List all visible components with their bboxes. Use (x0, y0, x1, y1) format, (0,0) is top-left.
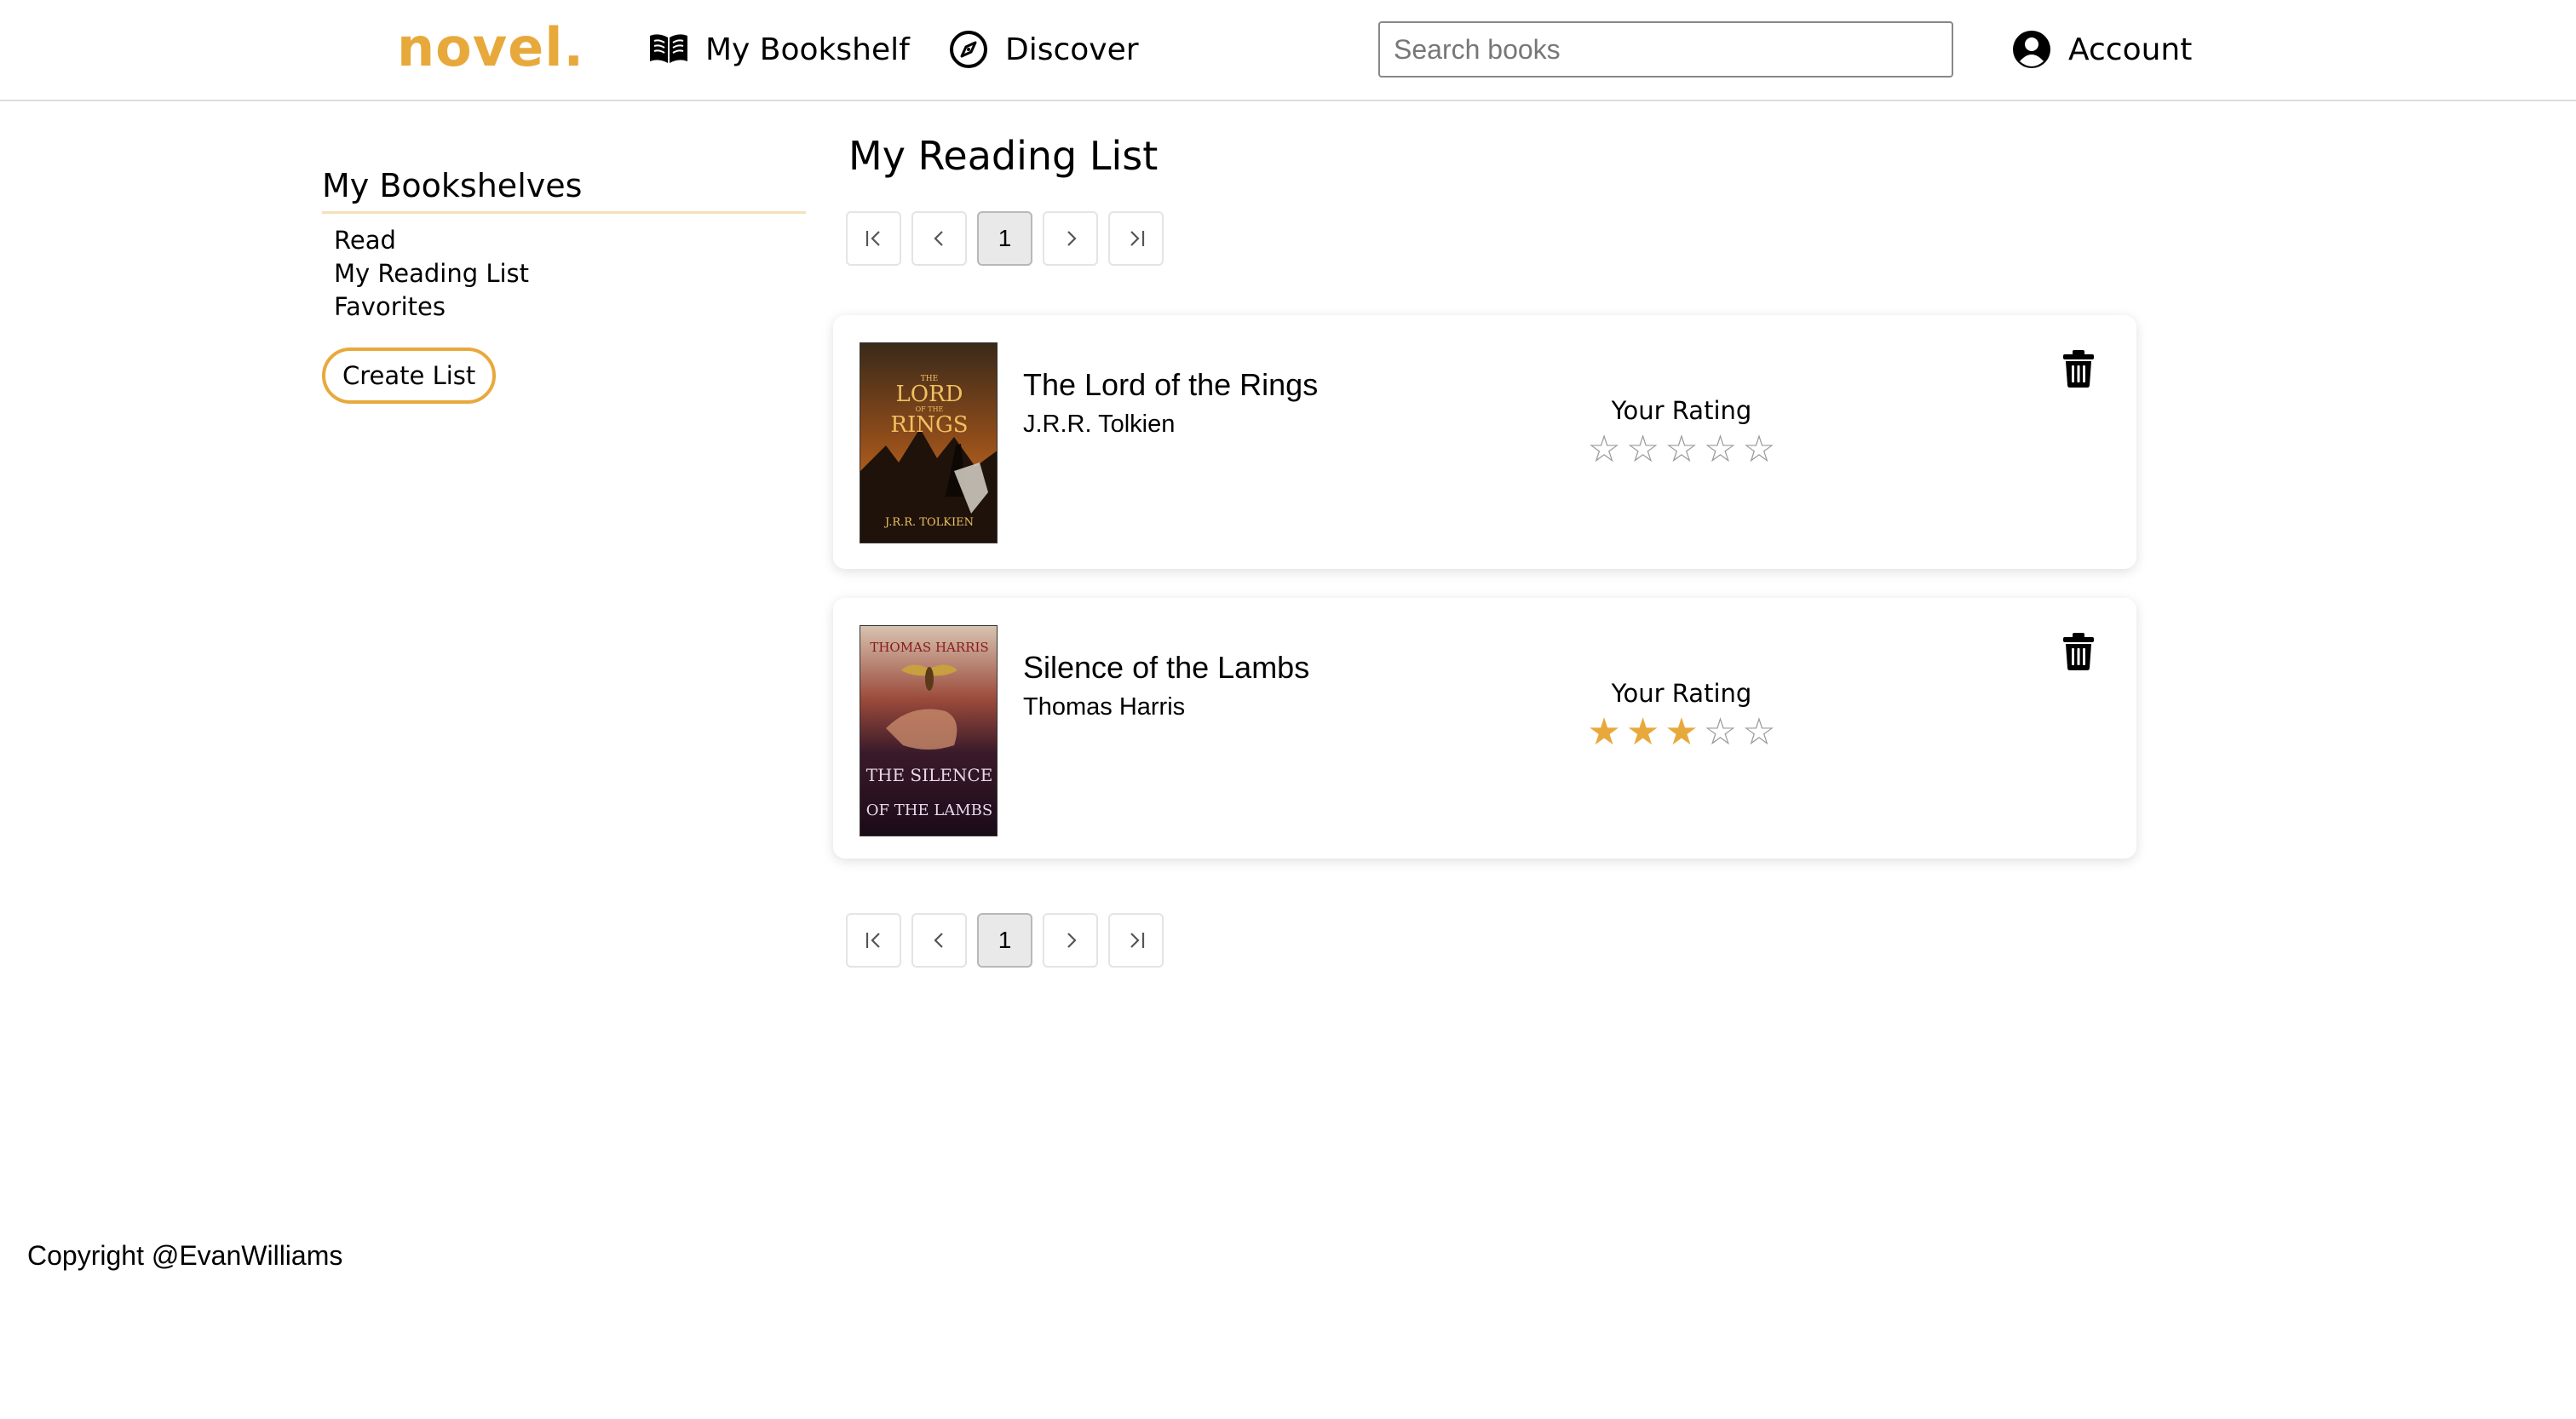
chevron-right-icon (1067, 933, 1077, 948)
footer-copyright: Copyright @EvanWilliams (27, 1240, 343, 1271)
next-page-button[interactable] (1043, 913, 1098, 968)
star-rating[interactable]: ☆ ☆ ☆ ☆ ☆ (1587, 429, 1775, 470)
create-list-button[interactable]: Create List (322, 348, 497, 404)
star-icon[interactable]: ☆ (1665, 429, 1698, 470)
bookshelf-list: Read My Reading List Favorites (322, 224, 806, 324)
book-card: THE LORD OF THE RINGS J.R.R. TOLKIEN The… (833, 315, 2136, 569)
first-page-icon (865, 231, 880, 246)
first-page-button[interactable] (846, 211, 901, 266)
sidebar: My Bookshelves Read My Reading List Favo… (322, 162, 806, 404)
book-title[interactable]: Silence of the Lambs (1023, 649, 1309, 687)
trash-icon (2063, 633, 2094, 670)
cover-title-rings: RINGS (890, 412, 968, 438)
book-title[interactable]: The Lord of the Rings (1023, 366, 1318, 404)
chevron-left-icon (933, 933, 943, 948)
pagination-top: 1 (846, 211, 1164, 266)
star-icon[interactable]: ☆ (1626, 429, 1659, 470)
star-icon[interactable]: ☆ (1587, 429, 1620, 470)
last-page-button[interactable] (1108, 211, 1164, 266)
book-author: Thomas Harris (1023, 693, 1186, 721)
last-page-icon (1130, 933, 1144, 948)
book-card: THOMAS HARRIS THE SILENCE OF THE LAMBS S… (833, 598, 2136, 859)
star-icon[interactable]: ☆ (1704, 429, 1737, 470)
star-icon[interactable]: ☆ (1704, 712, 1737, 753)
nav-my-bookshelf-label: My Bookshelf (705, 32, 910, 67)
search-input[interactable] (1378, 21, 1953, 78)
prev-page-button[interactable] (911, 913, 967, 968)
sidebar-item-read[interactable]: Read (334, 224, 806, 257)
logo[interactable]: novel. (397, 12, 584, 83)
page-number-button[interactable]: 1 (977, 913, 1032, 968)
last-page-button[interactable] (1108, 913, 1164, 968)
star-icon[interactable]: ☆ (1742, 712, 1775, 753)
account-label: Account (2068, 32, 2193, 67)
prev-page-button[interactable] (911, 211, 967, 266)
last-page-icon (1130, 231, 1144, 246)
pagination-bottom: 1 (846, 913, 1164, 968)
compass-icon (947, 28, 990, 71)
star-icon[interactable]: ★ (1626, 712, 1659, 753)
nav-my-bookshelf[interactable]: My Bookshelf (647, 22, 910, 77)
cover-title-line2: OF THE LAMBS (866, 801, 992, 819)
nav-account[interactable]: Account (2010, 22, 2192, 77)
book-cover-image[interactable]: THOMAS HARRIS THE SILENCE OF THE LAMBS (860, 625, 998, 836)
rating-block: Your Rating ★ ★ ★ ☆ ☆ (1587, 678, 1775, 753)
delete-book-button[interactable] (2061, 632, 2096, 671)
star-icon[interactable]: ☆ (1742, 429, 1775, 470)
star-rating[interactable]: ★ ★ ★ ☆ ☆ (1587, 712, 1775, 753)
account-icon (2010, 28, 2053, 71)
cover-title-line1: THE SILENCE (866, 765, 993, 785)
sidebar-item-my-reading-list[interactable]: My Reading List (334, 257, 806, 290)
book-cover-image[interactable]: THE LORD OF THE RINGS J.R.R. TOLKIEN (860, 342, 998, 543)
trash-icon (2063, 350, 2094, 388)
cover-author: J.R.R. TOLKIEN (883, 516, 974, 529)
nav-discover-label: Discover (1005, 32, 1139, 67)
sidebar-item-favorites[interactable]: Favorites (334, 290, 806, 324)
top-nav-bar: novel. My Bookshelf Discover Search book… (0, 0, 2576, 101)
rating-label: Your Rating (1611, 396, 1752, 425)
first-page-icon (865, 933, 880, 948)
delete-book-button[interactable] (2061, 349, 2096, 388)
sidebar-title: My Bookshelves (322, 162, 806, 214)
next-page-button[interactable] (1043, 211, 1098, 266)
rating-block: Your Rating ☆ ☆ ☆ ☆ ☆ (1587, 395, 1775, 470)
first-page-button[interactable] (846, 913, 901, 968)
page-number-button[interactable]: 1 (977, 211, 1032, 266)
cover-author: THOMAS HARRIS (870, 640, 988, 655)
book-author: J.R.R. Tolkien (1023, 411, 1176, 438)
star-icon[interactable]: ★ (1587, 712, 1620, 753)
nav-discover[interactable]: Discover (947, 22, 1139, 77)
open-book-icon (647, 28, 690, 71)
chevron-right-icon (1067, 231, 1077, 246)
page-title: My Reading List (848, 133, 1159, 179)
chevron-left-icon (933, 231, 943, 246)
star-icon[interactable]: ★ (1665, 712, 1698, 753)
rating-label: Your Rating (1611, 679, 1752, 708)
cover-title-lord: LORD (895, 382, 963, 407)
